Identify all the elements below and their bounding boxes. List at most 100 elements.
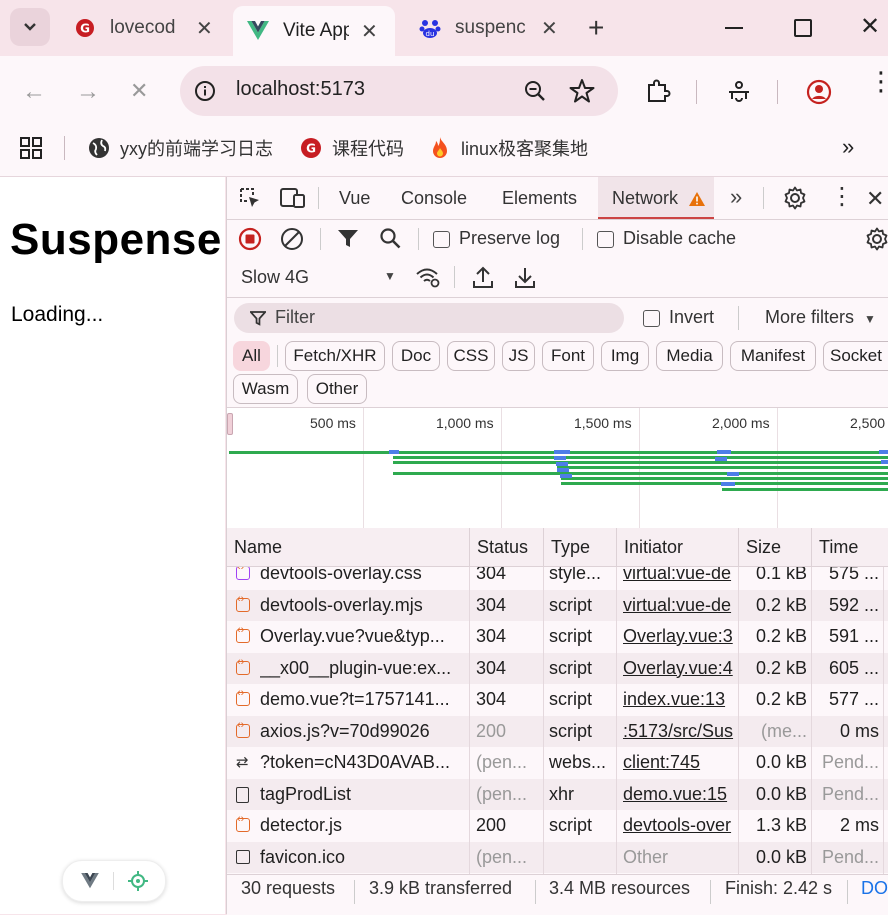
filter-chip-font[interactable]: Font	[542, 341, 594, 371]
column-header-size[interactable]: Size	[738, 528, 811, 566]
column-header-time[interactable]: Time	[811, 528, 883, 566]
clear-log-icon[interactable]	[280, 227, 304, 251]
cell-initiator[interactable]: devtools-over	[623, 810, 736, 842]
filter-chip-socket[interactable]: Socket	[823, 341, 888, 371]
filter-chip-other[interactable]: Other	[307, 374, 367, 404]
more-tabs-chevron-icon[interactable]: »	[730, 184, 742, 210]
record-stop-icon[interactable]	[238, 227, 262, 251]
vue-devtools-floating-button[interactable]	[62, 860, 166, 902]
network-settings-gear-icon[interactable]	[865, 227, 888, 251]
table-row[interactable]: devtools-overlay.css 304 style... virtual:v…	[227, 567, 888, 590]
close-tab-icon[interactable]: ✕	[361, 19, 378, 44]
bookmark-item[interactable]: G 课程代码	[300, 136, 404, 160]
browser-menu-icon[interactable]: ⋮	[868, 68, 888, 94]
throttling-select[interactable]: Slow 4G ▼	[241, 267, 401, 288]
cell-initiator[interactable]: Overlay.vue:3	[623, 621, 736, 653]
devtools-menu-icon[interactable]: ⋮	[830, 185, 854, 209]
profile-avatar-icon[interactable]	[805, 78, 833, 106]
filter-chip-doc[interactable]: Doc	[392, 341, 440, 371]
devtools-extension-icon[interactable]	[726, 78, 752, 104]
bookmark-item[interactable]: linux极客聚集地	[428, 136, 588, 160]
table-row[interactable]: __x00__plugin-vue:ex... 304 script Overlay.…	[227, 652, 888, 685]
cell-initiator[interactable]: client:745	[623, 747, 736, 779]
apps-grid-icon[interactable]	[20, 137, 42, 159]
cell-initiator[interactable]: demo.vue:15	[623, 779, 736, 811]
extensions-icon[interactable]	[645, 78, 671, 104]
stop-loading-button[interactable]: ✕	[130, 78, 148, 104]
search-icon[interactable]	[379, 227, 401, 249]
component-inspector-icon[interactable]	[127, 870, 149, 892]
cell-initiator[interactable]: Other	[623, 842, 736, 874]
back-button[interactable]: ←	[22, 78, 46, 106]
table-row[interactable]: favicon.ico (pen... Other 0.0 kB Pend...	[227, 841, 888, 874]
export-har-icon[interactable]	[514, 265, 536, 289]
column-header-type[interactable]: Type	[543, 528, 616, 566]
filter-input[interactable]: Filter	[234, 303, 624, 333]
filter-chip-img[interactable]: Img	[601, 341, 649, 371]
inspect-element-icon[interactable]	[239, 187, 261, 209]
maximize-button[interactable]	[794, 19, 812, 37]
close-tab-icon[interactable]: ✕	[196, 16, 213, 41]
tab-lovecode[interactable]: G lovecod ✕	[60, 8, 230, 48]
new-tab-button[interactable]: +	[588, 12, 604, 44]
cell-initiator[interactable]: virtual:vue-de	[623, 567, 736, 590]
more-filters-dropdown[interactable]: More filters ▼	[765, 307, 876, 328]
column-header-initiator[interactable]: Initiator	[616, 528, 738, 566]
filter-chip-all[interactable]: All	[233, 341, 270, 371]
close-window-button[interactable]: ✕	[860, 12, 880, 41]
minimize-button[interactable]	[725, 27, 743, 29]
table-row[interactable]: detector.js 200 script devtools-over 1.3 kB 2…	[227, 810, 888, 842]
close-devtools-icon[interactable]: ✕	[866, 186, 884, 212]
vue-logo-icon[interactable]	[81, 873, 99, 889]
column-header-name[interactable]: Name	[227, 528, 469, 566]
more-bookmarks-chevron-icon[interactable]: »	[842, 134, 854, 160]
column-header-status[interactable]: Status	[469, 528, 543, 566]
tab-search-button[interactable]	[10, 8, 50, 46]
cell-initiator[interactable]: :5173/src/Sus	[623, 716, 736, 748]
settings-gear-icon[interactable]	[783, 186, 807, 210]
request-list: devtools-overlay.css 304 style... virtual:v…	[227, 567, 888, 874]
filter-chip-js[interactable]: JS	[502, 341, 535, 371]
zoom-icon[interactable]	[523, 79, 547, 103]
table-row[interactable]: devtools-overlay.mjs 304 script virtual:vue…	[227, 589, 888, 622]
table-row[interactable]: demo.vue?t=1757141... 304 script index.vue:…	[227, 684, 888, 716]
filter-chip-manifest[interactable]: Manifest	[730, 341, 816, 371]
tab-vue[interactable]: Vue	[339, 188, 370, 209]
timeline-tick: 1,500 ms	[574, 415, 632, 431]
url-text[interactable]: localhost:5173	[236, 78, 365, 101]
cell-initiator[interactable]: virtual:vue-de	[623, 590, 736, 622]
cell-initiator[interactable]: index.vue:13	[623, 684, 736, 716]
address-bar[interactable]: localhost:5173	[180, 66, 618, 116]
device-toolbar-icon[interactable]	[280, 187, 306, 209]
disable-cache-checkbox[interactable]: Disable cache	[597, 228, 736, 249]
checkbox-box[interactable]	[597, 230, 614, 248]
filter-chip-css[interactable]: CSS	[447, 341, 495, 371]
invert-checkbox[interactable]: Invert	[643, 307, 714, 328]
forward-button[interactable]: →	[76, 78, 100, 106]
table-row[interactable]: ⇄ ?token=cN43D0AVAB... (pen... webs... clien…	[227, 747, 888, 779]
tab-console[interactable]: Console	[401, 188, 467, 209]
network-conditions-icon[interactable]	[415, 266, 441, 288]
close-tab-icon[interactable]: ✕	[541, 16, 558, 41]
checkbox-box[interactable]	[643, 309, 660, 327]
table-row[interactable]: axios.js?v=70d99026 200 script:5173/src/Su…	[227, 715, 888, 748]
filter-chip-media[interactable]: Media	[656, 341, 723, 371]
cell-size: 1.3 kB	[755, 815, 807, 835]
preserve-log-checkbox[interactable]: Preserve log	[433, 228, 560, 249]
tab-elements[interactable]: Elements	[502, 188, 577, 209]
bookmark-star-icon[interactable]	[569, 78, 595, 104]
cell-initiator[interactable]: Overlay.vue:4	[623, 653, 736, 685]
filter-chip-wasm[interactable]: Wasm	[233, 374, 298, 404]
site-info-icon[interactable]	[194, 80, 216, 102]
filter-funnel-icon[interactable]	[337, 229, 359, 249]
checkbox-box[interactable]	[433, 230, 450, 248]
tab-vite-app[interactable]: Vite App ✕	[233, 6, 395, 56]
timeline-handle-left[interactable]	[227, 413, 233, 435]
tab-network[interactable]: Network	[598, 177, 714, 219]
bookmark-item[interactable]: yxy的前端学习日志	[88, 136, 273, 160]
table-row[interactable]: tagProdList (pen... xhr demo.vue:15 0.0 kB Pe…	[227, 778, 888, 811]
tab-suspense[interactable]: du suspenc ✕	[405, 8, 575, 48]
table-row[interactable]: Overlay.vue?vue&typ... 304 script Overlay.v…	[227, 621, 888, 653]
filter-chip-fetch-xhr[interactable]: Fetch/XHR	[285, 341, 385, 371]
import-har-icon[interactable]	[472, 265, 494, 289]
